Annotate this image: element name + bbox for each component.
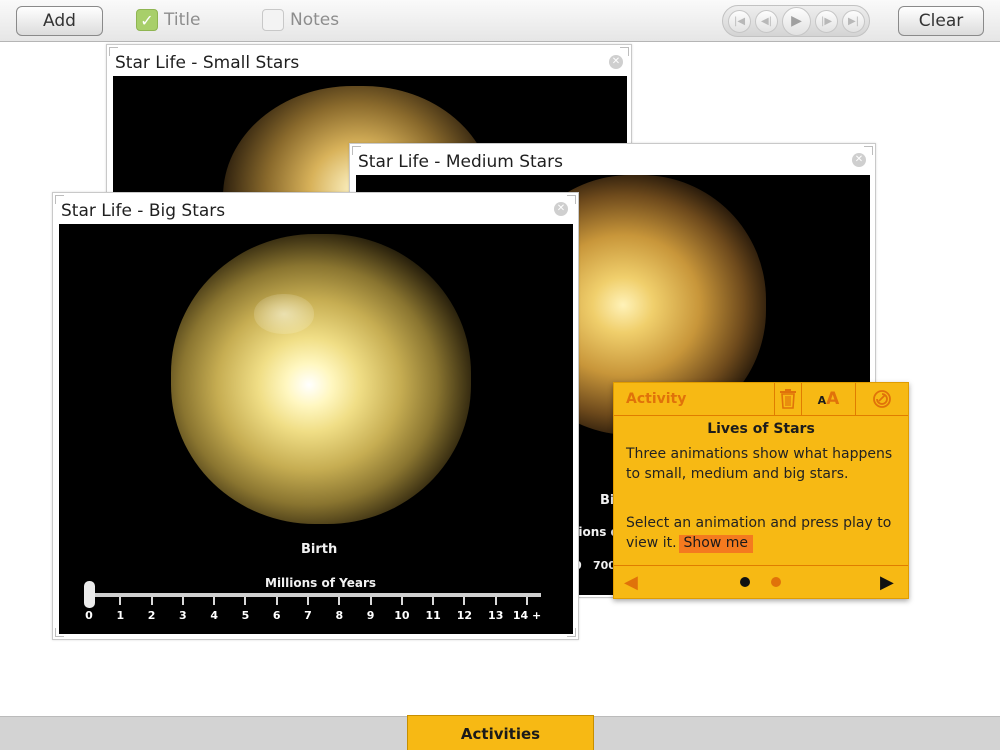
activity-header-label: Activity xyxy=(626,391,687,407)
timeline-tick xyxy=(494,597,497,605)
close-icon[interactable]: ✕ xyxy=(852,153,866,167)
timeline-tick-label: 3 xyxy=(179,609,187,622)
reset-icon[interactable] xyxy=(855,383,908,416)
activity-header: Activity AA xyxy=(614,383,908,416)
activity-description: Three animations show what happens to sm… xyxy=(626,446,893,482)
activity-title: Lives of Stars xyxy=(707,421,815,437)
timeline-tick-label: 4 xyxy=(210,609,218,622)
step-back-icon[interactable]: ◀| xyxy=(755,10,778,33)
close-icon[interactable]: ✕ xyxy=(554,202,568,216)
timeline-tick xyxy=(307,597,309,605)
timeline-tick-label: 12 xyxy=(456,609,473,622)
title-checkbox-label[interactable]: Title xyxy=(164,10,200,30)
page-dot[interactable] xyxy=(771,577,781,587)
timeline-tick xyxy=(244,597,247,605)
axis-label: Millions of Years xyxy=(265,576,377,590)
skip-to-end-icon[interactable]: ▶| xyxy=(842,10,865,33)
notes-checkbox[interactable] xyxy=(262,9,284,31)
timeline-tick xyxy=(526,597,528,605)
title-checkbox[interactable]: ✓ xyxy=(136,9,158,31)
activities-tab[interactable]: Activities xyxy=(407,715,594,750)
timeline-tick-label: 9 xyxy=(366,609,375,622)
window-title: Star Life - Medium Stars xyxy=(358,152,563,172)
clear-button[interactable]: Clear xyxy=(898,6,984,36)
page-dot-active[interactable] xyxy=(740,577,750,587)
timeline-tick-label: 5 xyxy=(241,609,250,622)
timeline-tick-label: 1 xyxy=(116,609,125,622)
timeline-tick-label: 11 xyxy=(425,609,441,622)
timeline-tick-label: 7 xyxy=(304,609,312,622)
timeline-tick xyxy=(432,597,435,605)
stage-label: Birth xyxy=(301,542,338,557)
timeline-tick-label: 6 xyxy=(272,609,281,622)
play-icon[interactable]: ▶ xyxy=(782,7,811,36)
timeline-tick-label: 8 xyxy=(335,609,344,622)
trash-icon[interactable] xyxy=(774,383,801,416)
timeline-tick xyxy=(338,597,341,605)
add-button[interactable]: Add xyxy=(16,6,103,36)
big-stars-animation[interactable]: Birth Millions of Years 0 1 2 3 4 5 6 7 8 9 10 11 12… xyxy=(59,224,573,634)
window-title: Star Life - Big Stars xyxy=(61,201,226,221)
timeline-tick-label: 10 xyxy=(394,609,410,622)
timeline-tick-label: 0 xyxy=(85,609,93,622)
activity-footer: ◀ ▶ xyxy=(614,565,908,598)
timeline-tick-label: 2 xyxy=(147,609,156,622)
timeline-tick xyxy=(400,597,403,605)
timeline-tick xyxy=(463,597,466,605)
timeline-tick xyxy=(213,597,216,605)
close-icon[interactable]: ✕ xyxy=(609,55,623,69)
playback-controls: |◀ ◀| ▶ |▶ ▶| xyxy=(722,5,870,37)
activity-panel: Activity AA Lives of Stars Three animati… xyxy=(613,382,909,599)
text-size-icon[interactable]: AA xyxy=(801,383,855,416)
timeline-tick xyxy=(181,597,184,605)
window-title: Star Life - Small Stars xyxy=(115,53,300,73)
timeline-tick xyxy=(369,597,372,605)
timeline-tick-label: 13 xyxy=(488,609,504,622)
notes-checkbox-label[interactable]: Notes xyxy=(290,10,339,30)
activity-instructions-text: Select an animation and press play to vi… xyxy=(626,515,892,551)
timeline-tick-label: 14 + xyxy=(512,609,542,622)
show-me-button[interactable]: Show me xyxy=(678,534,754,553)
step-forward-icon[interactable]: |▶ xyxy=(815,10,838,33)
next-page-icon[interactable]: ▶ xyxy=(880,572,894,593)
timeline-tick xyxy=(150,597,153,605)
skip-to-start-icon[interactable]: |◀ xyxy=(728,10,751,33)
toolbar: Add ✓ Title Notes |◀ ◀| ▶ |▶ ▶| Clear xyxy=(0,0,1000,42)
timeline-track[interactable] xyxy=(89,593,541,597)
timeline-tick xyxy=(119,597,122,605)
activity-instructions: Select an animation and press play to vi… xyxy=(626,514,898,553)
big-stars-window[interactable]: Star Life - Big Stars ✕ Birth Millions o… xyxy=(52,192,579,640)
timeline-slider-handle[interactable] xyxy=(84,581,95,608)
timeline-tick xyxy=(275,597,278,605)
previous-page-icon[interactable]: ◀ xyxy=(624,572,638,593)
